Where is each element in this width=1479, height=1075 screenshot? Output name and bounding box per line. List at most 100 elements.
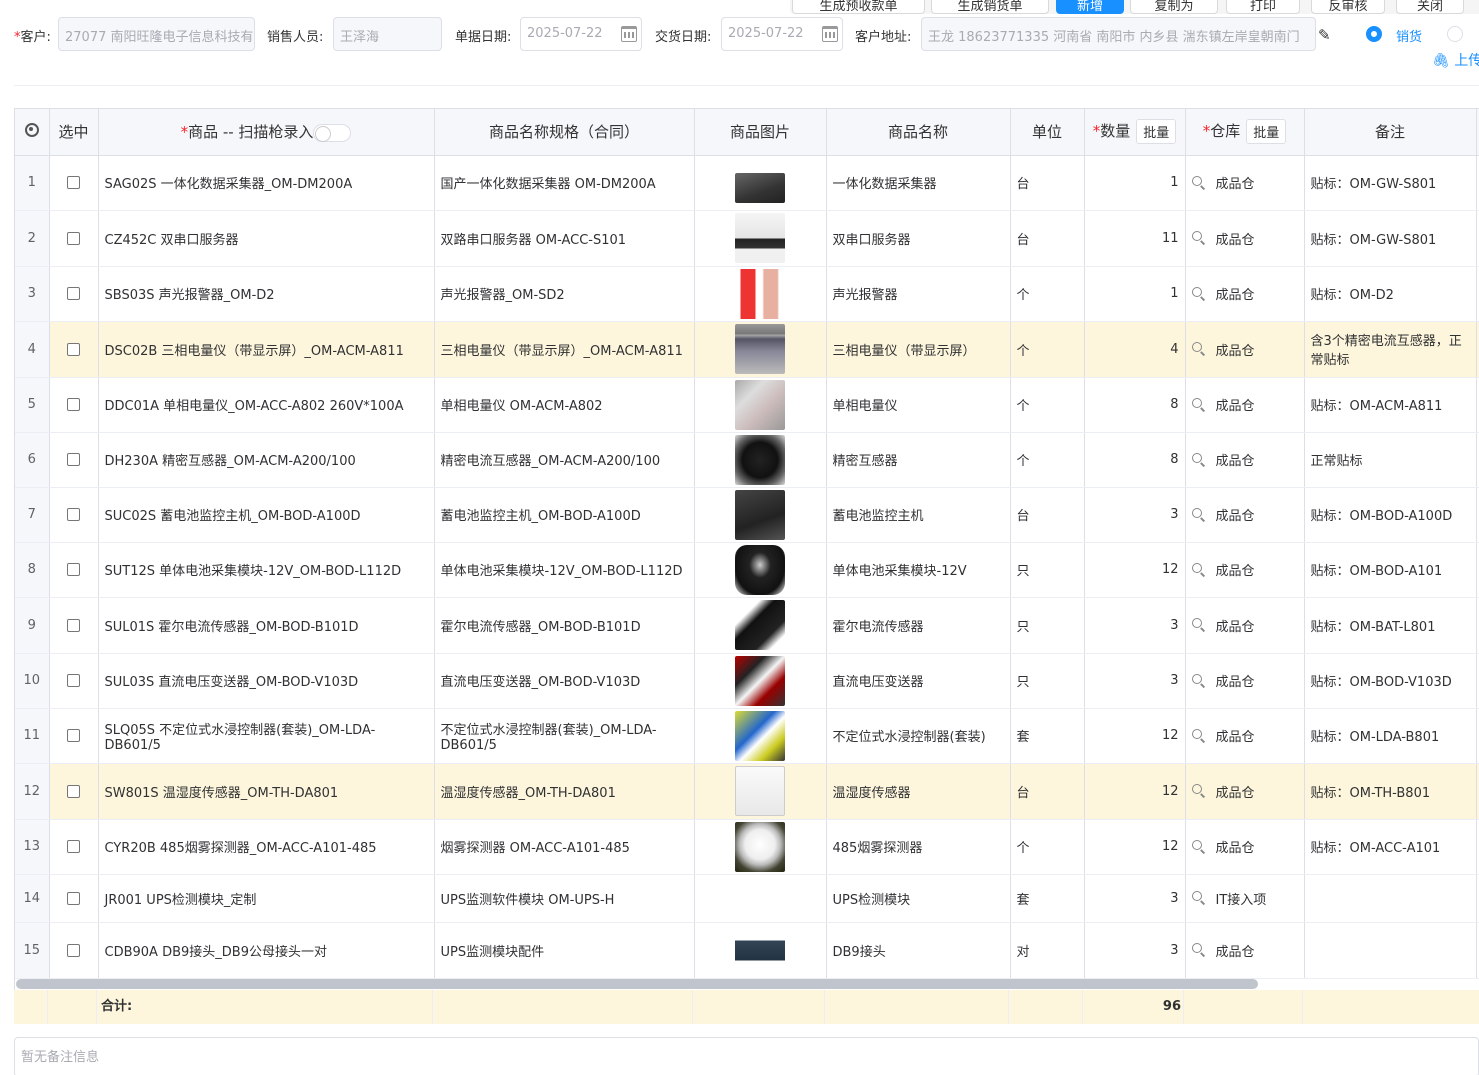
remark-cell[interactable]: 贴标：OM-BAT-L801 bbox=[1304, 597, 1477, 654]
name-cell[interactable]: 霍尔电流传感器 bbox=[826, 597, 1011, 654]
spec-cell[interactable]: 三相电量仪（带显示屏）_OM-ACM-A811 bbox=[434, 321, 695, 378]
search-icon[interactable] bbox=[1191, 286, 1206, 301]
qty-cell[interactable]: 3 bbox=[1084, 653, 1186, 709]
warehouse-cell[interactable]: 成品仓 bbox=[1185, 653, 1305, 709]
table-row[interactable]: 12 SW801S 温湿度传感器_OM-TH-DA801 温湿度传感器_OM-TH-… bbox=[15, 763, 1479, 820]
qty-cell[interactable]: 8 bbox=[1084, 377, 1186, 433]
remark-cell[interactable]: 贴标：OM-TH-B801 bbox=[1304, 763, 1477, 820]
warehouse-cell[interactable]: 成品仓 bbox=[1185, 819, 1305, 875]
table-row[interactable]: 11 SLQ05S 不定位式水浸控制器(套装)_OM-LDA-DB601/5 不定位… bbox=[15, 708, 1479, 764]
product-image[interactable] bbox=[735, 379, 785, 430]
remark-cell[interactable]: 贴标：OM-ACC-A101 bbox=[1304, 819, 1477, 875]
product-cell[interactable]: SW801S 温湿度传感器_OM-TH-DA801 bbox=[98, 763, 435, 820]
row-checkbox[interactable] bbox=[67, 231, 80, 245]
product-image[interactable] bbox=[735, 489, 785, 540]
row-checkbox[interactable] bbox=[67, 176, 80, 189]
upload-link[interactable]: 🖇 上传 bbox=[1432, 50, 1479, 70]
batch-warehouse-button[interactable]: 批量 bbox=[1246, 119, 1287, 145]
warehouse-cell[interactable]: 成品仓 bbox=[1185, 922, 1305, 979]
search-icon[interactable] bbox=[1191, 397, 1206, 412]
warehouse-cell[interactable]: 成品仓 bbox=[1185, 763, 1305, 820]
qty-cell[interactable]: 3 bbox=[1084, 597, 1186, 654]
warehouse-cell[interactable]: 成品仓 bbox=[1185, 321, 1305, 378]
row-checkbox[interactable] bbox=[67, 342, 80, 356]
product-cell[interactable]: DDC01A 单相电量仪_OM-ACC-A802 260V*100A bbox=[98, 377, 435, 433]
table-row[interactable]: 8 SUT12S 单体电池采集模块-12V_OM-BOD-L112D 单体电池采集模… bbox=[15, 542, 1479, 598]
row-checkbox[interactable] bbox=[67, 943, 80, 957]
qty-cell[interactable]: 8 bbox=[1084, 432, 1186, 488]
generate-sales-button[interactable]: 生成销货单 bbox=[931, 0, 1049, 14]
product-cell[interactable]: CZ452C 双串口服务器 bbox=[98, 210, 435, 267]
search-icon[interactable] bbox=[1191, 728, 1206, 743]
row-select[interactable] bbox=[49, 432, 99, 488]
product-image[interactable] bbox=[735, 268, 785, 319]
search-icon[interactable] bbox=[1191, 891, 1206, 905]
edit-icon[interactable]: ✎ bbox=[1318, 26, 1331, 44]
warehouse-cell[interactable]: 成品仓 bbox=[1185, 210, 1305, 267]
warehouse-cell[interactable]: 成品仓 bbox=[1185, 597, 1305, 654]
table-row[interactable]: 2 CZ452C 双串口服务器 双路串口服务器 OM-ACC-S101 双串口服务器台… bbox=[15, 210, 1479, 267]
product-cell[interactable]: JR001 UPS检测模块_定制 bbox=[98, 874, 435, 923]
name-cell[interactable]: 单相电量仪 bbox=[826, 377, 1011, 433]
table-row[interactable]: 14 JR001 UPS检测模块_定制 UPS监测软件模块 OM-UPS-H UPS检… bbox=[15, 874, 1479, 923]
delivery-date-field[interactable]: 2025-07-22 bbox=[721, 17, 843, 51]
unit-cell[interactable]: 只 bbox=[1010, 597, 1085, 654]
row-select[interactable] bbox=[49, 763, 99, 820]
name-cell[interactable]: 精密互感器 bbox=[826, 432, 1011, 488]
unit-cell[interactable]: 台 bbox=[1010, 763, 1085, 820]
product-cell[interactable]: SUC02S 蓄电池监控主机_OM-BOD-A100D bbox=[98, 487, 435, 543]
search-icon[interactable] bbox=[1191, 618, 1206, 632]
row-select[interactable] bbox=[49, 487, 99, 543]
product-image[interactable] bbox=[735, 710, 785, 761]
name-cell[interactable]: 声光报警器 bbox=[826, 266, 1011, 322]
qty-cell[interactable]: 3 bbox=[1084, 874, 1186, 923]
remark-cell[interactable]: 贴标：OM-ACM-A811 bbox=[1304, 377, 1477, 433]
warehouse-cell[interactable]: 成品仓 bbox=[1185, 432, 1305, 488]
name-cell[interactable]: 单体电池采集模块-12V bbox=[826, 542, 1011, 598]
address-field[interactable]: 王龙 18623771335 河南省 南阳市 内乡县 湍东镇左岸皇朝南门 bbox=[921, 17, 1316, 51]
remark-cell[interactable]: 贴标：OM-GW-S801 bbox=[1304, 210, 1477, 267]
qty-cell[interactable]: 12 bbox=[1084, 708, 1186, 764]
row-checkbox[interactable] bbox=[67, 674, 80, 687]
row-select[interactable] bbox=[49, 874, 99, 923]
scanner-toggle[interactable] bbox=[313, 123, 352, 142]
salesperson-field[interactable]: 王泽海 bbox=[333, 17, 442, 51]
unit-cell[interactable]: 套 bbox=[1010, 874, 1085, 923]
row-checkbox[interactable] bbox=[67, 563, 80, 576]
name-cell[interactable]: 485烟雾探测器 bbox=[826, 819, 1011, 875]
name-cell[interactable]: UPS检测模块 bbox=[826, 874, 1011, 923]
spec-cell[interactable]: 烟雾探测器 OM-ACC-A101-485 bbox=[434, 819, 695, 875]
qty-cell[interactable]: 3 bbox=[1084, 922, 1186, 979]
spec-cell[interactable]: 双路串口服务器 OM-ACC-S101 bbox=[434, 210, 695, 267]
remark-cell[interactable]: 贴标：OM-LDA-B801 bbox=[1304, 708, 1477, 764]
remark-cell[interactable]: 贴标：OM-BOD-V103D bbox=[1304, 653, 1477, 709]
name-cell[interactable]: 双串口服务器 bbox=[826, 210, 1011, 267]
remark-cell[interactable]: 贴标：OM-BOD-A101 bbox=[1304, 542, 1477, 598]
unit-cell[interactable]: 台 bbox=[1010, 210, 1085, 267]
sale-radio[interactable] bbox=[1366, 26, 1382, 42]
row-checkbox[interactable] bbox=[67, 840, 80, 853]
product-cell[interactable]: SBS03S 声光报警器_OM-D2 bbox=[98, 266, 435, 322]
product-cell[interactable]: SUL03S 直流电压变送器_OM-BOD-V103D bbox=[98, 653, 435, 709]
product-image[interactable] bbox=[735, 324, 785, 374]
table-row[interactable]: 6 DH230A 精密互感器_OM-ACM-A200/100 精密电流互感器_OM-… bbox=[15, 432, 1479, 488]
remark-cell[interactable]: 贴标：OM-GW-S801 bbox=[1304, 155, 1477, 211]
column-settings[interactable] bbox=[15, 109, 50, 156]
search-icon[interactable] bbox=[1191, 784, 1206, 798]
search-icon[interactable] bbox=[1191, 507, 1206, 522]
return-radio[interactable] bbox=[1447, 26, 1463, 42]
product-cell[interactable]: SUT12S 单体电池采集模块-12V_OM-BOD-L112D bbox=[98, 542, 435, 598]
row-checkbox[interactable] bbox=[67, 398, 80, 411]
print-button[interactable]: 打印 bbox=[1226, 0, 1300, 14]
customer-field[interactable]: 27077 南阳旺隆电子信息科技有 bbox=[58, 17, 255, 51]
unit-cell[interactable]: 对 bbox=[1010, 922, 1085, 979]
remark-field[interactable]: 暂无备注信息 bbox=[14, 1037, 1479, 1075]
unit-cell[interactable]: 只 bbox=[1010, 542, 1085, 598]
spec-cell[interactable]: 单体电池采集模块-12V_OM-BOD-L112D bbox=[434, 542, 695, 598]
warehouse-cell[interactable]: 成品仓 bbox=[1185, 542, 1305, 598]
row-checkbox[interactable] bbox=[67, 508, 80, 521]
spec-cell[interactable]: 精密电流互感器_OM-ACM-A200/100 bbox=[434, 432, 695, 488]
copy-as-button[interactable]: 复制为 bbox=[1130, 0, 1218, 14]
name-cell[interactable]: 三相电量仪（带显示屏） bbox=[826, 321, 1011, 378]
table-row[interactable]: 10 SUL03S 直流电压变送器_OM-BOD-V103D 直流电压变送器_OM-… bbox=[15, 653, 1479, 709]
